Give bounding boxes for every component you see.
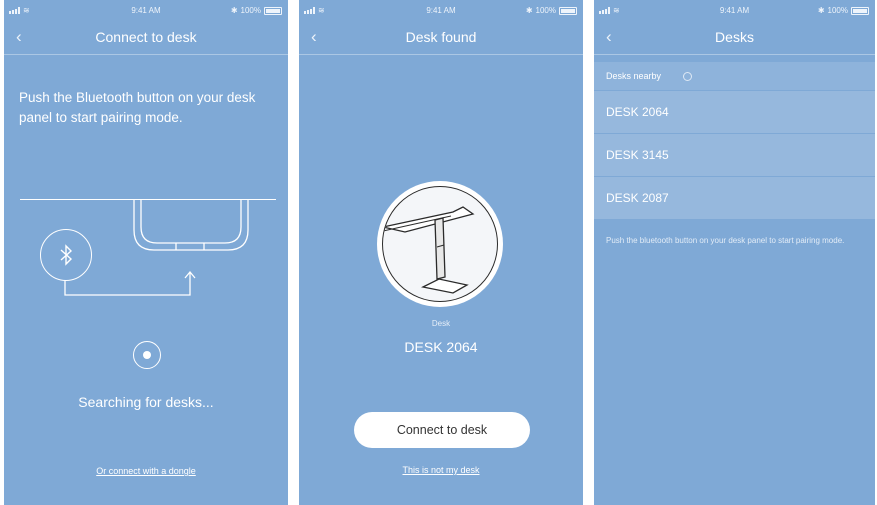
screen-connect-to-desk: ≋ 9:41 AM ✱ 100% ‹ Connect to desk Push … xyxy=(4,0,288,505)
desks-nearby-label: Desks nearby xyxy=(606,71,662,81)
bluetooth-status-icon: ✱ xyxy=(817,6,825,15)
status-bar: ≋ 9:41 AM ✱ 100% xyxy=(299,6,583,18)
bluetooth-button-illustration xyxy=(40,229,92,281)
screen-desk-found: ≋ 9:41 AM ✱ 100% ‹ Desk found Desk DESK … xyxy=(299,0,583,505)
status-bar: ≋ 9:41 AM ✱ 100% xyxy=(594,6,875,18)
battery-indicator: ✱ 100% xyxy=(526,6,577,15)
desks-nearby-header: Desks nearby xyxy=(594,62,875,90)
page-title: Desks xyxy=(715,29,754,45)
desk-list-item[interactable]: DESK 2064 xyxy=(594,91,875,134)
nav-bar: ‹ Connect to desk xyxy=(4,22,288,55)
battery-indicator: ✱ 100% xyxy=(818,6,869,15)
battery-icon xyxy=(559,6,577,15)
battery-icon xyxy=(264,6,282,15)
battery-percent: 100% xyxy=(827,6,848,15)
pairing-instruction: Push the Bluetooth button on your desk p… xyxy=(19,90,256,125)
bluetooth-icon xyxy=(60,244,73,266)
pairing-hint: Push the bluetooth button on your desk p… xyxy=(606,236,845,245)
page-title: Desk found xyxy=(405,29,477,45)
found-desk-name: DESK 2064 xyxy=(404,339,478,355)
connect-to-desk-button[interactable]: Connect to desk xyxy=(354,412,530,448)
desk-caption: Desk xyxy=(431,319,451,328)
desk-list: DESK 2064 DESK 3145 DESK 2087 xyxy=(594,91,875,220)
connect-with-dongle-link[interactable]: Or connect with a dongle xyxy=(4,466,288,476)
nav-bar: ‹ Desks xyxy=(594,22,875,55)
standing-desk-illustration xyxy=(383,206,475,294)
nav-bar: ‹ Desk found xyxy=(299,22,583,55)
desk-image xyxy=(377,181,503,307)
battery-icon xyxy=(851,6,869,15)
battery-percent: 100% xyxy=(535,6,556,15)
screen-desks: ≋ 9:41 AM ✱ 100% ‹ Desks Desks nearby DE… xyxy=(594,0,875,505)
desk-list-item[interactable]: DESK 2087 xyxy=(594,177,875,220)
searching-status: Searching for desks... xyxy=(78,394,214,410)
bluetooth-status-icon: ✱ xyxy=(525,6,533,15)
battery-indicator: ✱ 100% xyxy=(231,6,282,15)
status-bar: ≋ 9:41 AM ✱ 100% xyxy=(4,6,288,18)
battery-percent: 100% xyxy=(240,6,261,15)
not-my-desk-link[interactable]: This is not my desk xyxy=(299,465,583,475)
loading-spinner-icon xyxy=(683,72,692,81)
page-title: Connect to desk xyxy=(95,29,197,45)
bluetooth-status-icon: ✱ xyxy=(230,6,238,15)
desk-list-item[interactable]: DESK 3145 xyxy=(594,134,875,177)
searching-indicator-icon xyxy=(133,341,161,369)
